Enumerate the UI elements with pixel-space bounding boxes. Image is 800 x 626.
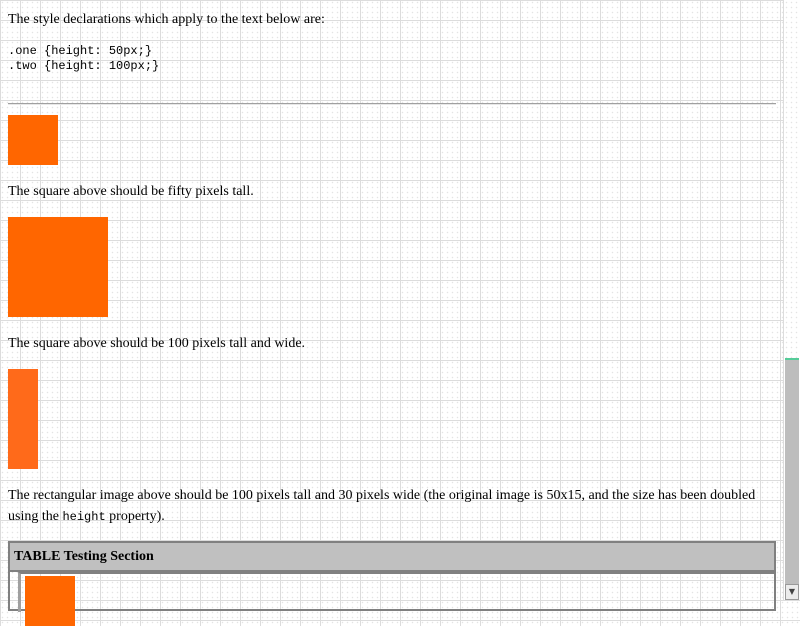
code-line-two: .two {height: 100px;}: [8, 59, 160, 73]
table-square: [25, 576, 75, 626]
height-code: height: [62, 510, 106, 524]
hundred-pixel-square: [8, 217, 108, 317]
test3-text-after: property).: [105, 509, 165, 524]
test2-text: The square above should be 100 pixels ta…: [8, 336, 306, 351]
rectangular-image: [8, 369, 38, 469]
table-testing-section: TABLE Testing Section: [8, 541, 776, 626]
table-inner-cell: [18, 572, 774, 626]
scrollbar-thumb[interactable]: [785, 358, 799, 584]
vertical-scrollbar[interactable]: ▼: [783, 0, 800, 600]
scroll-down-icon[interactable]: ▼: [785, 584, 799, 600]
style-declarations: .one {height: 50px;} .two {height: 100px…: [8, 44, 159, 74]
test3-text: The rectangular image above should be 10…: [8, 485, 768, 528]
test1-text: The square above should be fifty pixels …: [8, 184, 254, 199]
fifty-pixel-square: [8, 115, 58, 165]
divider: [8, 103, 776, 105]
code-line-one: .one {height: 50px;}: [8, 44, 153, 58]
table-section-title: TABLE Testing Section: [10, 543, 774, 572]
intro-text: The style declarations which apply to th…: [8, 12, 325, 27]
